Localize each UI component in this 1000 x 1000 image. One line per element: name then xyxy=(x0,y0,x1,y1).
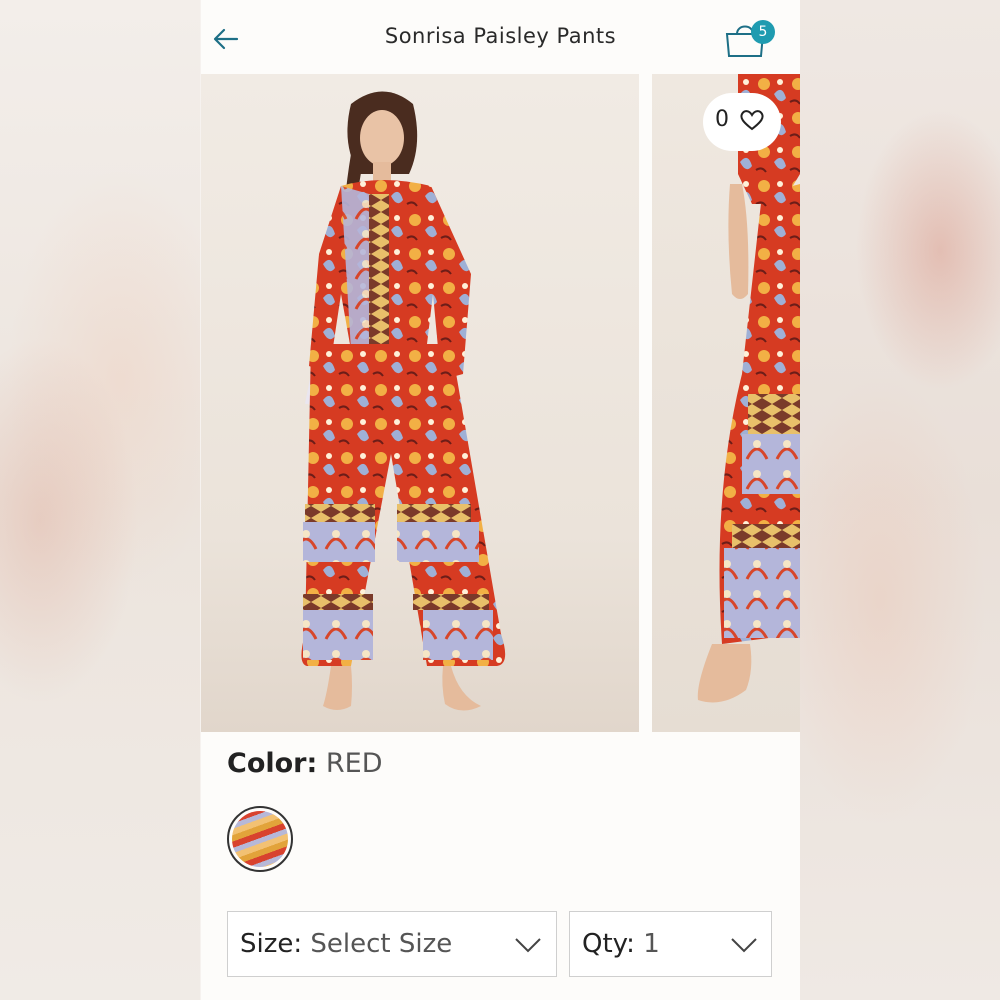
product-photo-secondary[interactable] xyxy=(652,74,800,732)
model-closeup-illustration xyxy=(697,74,800,703)
qty-value: 1 xyxy=(643,929,660,959)
size-select[interactable]: Size: Select Size xyxy=(227,911,557,977)
quantity-select[interactable]: Qty: 1 xyxy=(569,911,772,977)
color-swatch-red[interactable] xyxy=(227,806,293,872)
favorite-count: 0 xyxy=(715,107,729,132)
size-select-text: Size: Select Size xyxy=(240,929,452,959)
product-photo-main[interactable] xyxy=(201,74,639,732)
page-title: Sonrisa Paisley Pants xyxy=(384,24,617,48)
top-bar: Sonrisa Paisley Pants 5 xyxy=(201,0,800,74)
chevron-down-icon xyxy=(515,938,541,953)
color-info: Color: RED xyxy=(227,748,383,779)
app-screen: Sonrisa Paisley Pants 5 0 Color: RED Siz… xyxy=(201,0,800,1000)
product-image-gallery[interactable]: 0 xyxy=(201,74,800,732)
heart-icon xyxy=(740,110,764,131)
color-value: RED xyxy=(325,748,383,779)
favorite-button[interactable]: 0 xyxy=(703,93,781,151)
qty-select-text: Qty: 1 xyxy=(582,929,660,959)
cart-count-badge: 5 xyxy=(751,20,775,44)
qty-label: Qty: xyxy=(582,929,635,959)
size-value: Select Size xyxy=(310,929,453,959)
model-illustration xyxy=(301,91,506,711)
color-label: Color: xyxy=(227,748,318,779)
background-blur-right xyxy=(800,0,1000,1000)
background-blur-left xyxy=(0,0,200,1000)
size-label: Size: xyxy=(240,929,303,959)
swatch-pattern xyxy=(232,811,288,867)
chevron-down-icon xyxy=(731,938,757,953)
